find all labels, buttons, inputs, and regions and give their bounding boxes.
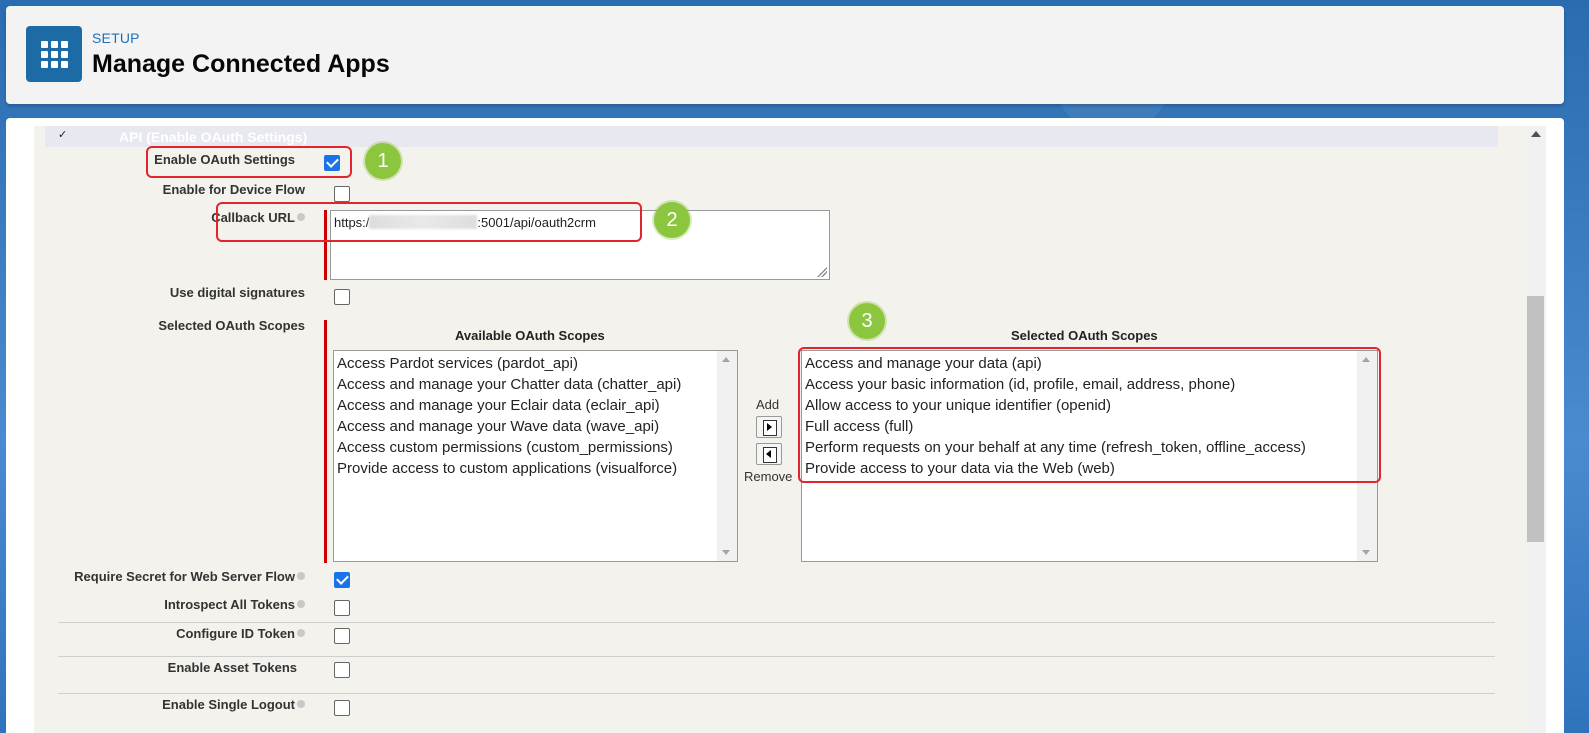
scroll-up-icon[interactable] (1531, 131, 1541, 137)
scroll-down-icon[interactable] (1362, 550, 1370, 555)
introspect-label: Introspect All Tokens (164, 597, 305, 612)
section-title: API (Enable OAuth Settings) (119, 129, 308, 145)
breadcrumb-setup[interactable]: SETUP (92, 30, 140, 46)
add-button[interactable] (756, 416, 782, 438)
add-label: Add (756, 397, 780, 412)
device-flow-label: Enable for Device Flow (162, 182, 305, 197)
available-scopes-header: Available OAuth Scopes (455, 328, 605, 343)
list-item[interactable]: Access custom permissions (custom_permis… (337, 437, 734, 458)
single-logout-checkbox[interactable] (334, 700, 350, 716)
required-indicator (324, 320, 327, 563)
single-logout-label-text: Enable Single Logout (162, 697, 295, 712)
list-item[interactable]: Access and manage your Wave data (wave_a… (337, 416, 734, 437)
oauth-scopes-label: Selected OAuth Scopes (158, 318, 305, 333)
configure-id-token-label: Configure ID Token (176, 626, 305, 641)
annotation-badge-2: 2 (654, 202, 690, 238)
divider (58, 622, 1495, 623)
scroll-up-icon[interactable] (722, 357, 730, 362)
annotation-badge-1: 1 (365, 143, 401, 179)
page-scrollbar[interactable] (1525, 126, 1546, 733)
page-header: SETUP Manage Connected Apps (6, 6, 1564, 104)
annotation-badge-3: 3 (849, 303, 885, 339)
configure-id-token-label-text: Configure ID Token (176, 626, 295, 641)
help-icon[interactable] (297, 572, 305, 580)
list-item[interactable]: Access Pardot services (pardot_api) (337, 353, 734, 374)
list-item[interactable]: Access and manage your Chatter data (cha… (337, 374, 734, 395)
divider (58, 656, 1495, 657)
require-secret-label-text: Require Secret for Web Server Flow (74, 569, 295, 584)
asset-tokens-checkbox[interactable] (334, 662, 350, 678)
help-icon[interactable] (297, 700, 305, 708)
scroll-down-icon[interactable] (722, 550, 730, 555)
app-launcher-icon (26, 26, 82, 82)
main-panel: ✓ API (Enable OAuth Settings) Enable OAu… (6, 118, 1564, 733)
available-scopes-list[interactable]: Access Pardot services (pardot_api) Acce… (333, 350, 738, 562)
list-item[interactable]: Access and manage your Eclair data (ecla… (337, 395, 734, 416)
highlight-box-1 (146, 146, 352, 178)
highlight-box-2 (216, 202, 642, 242)
asset-tokens-label: Enable Asset Tokens (167, 660, 297, 675)
require-secret-checkbox[interactable] (334, 572, 350, 588)
remove-button[interactable] (756, 443, 782, 465)
introspect-checkbox[interactable] (334, 600, 350, 616)
configure-id-token-checkbox[interactable] (334, 628, 350, 644)
digital-signatures-checkbox[interactable] (334, 289, 350, 305)
selected-scopes-header: Selected OAuth Scopes (1011, 328, 1158, 343)
list-scrollbar[interactable] (717, 351, 737, 561)
scrollbar-thumb[interactable] (1527, 296, 1544, 542)
collapse-icon[interactable]: ✓ (58, 128, 67, 141)
resize-handle[interactable] (817, 267, 827, 277)
page-title: Manage Connected Apps (92, 50, 390, 78)
form-area: ✓ API (Enable OAuth Settings) Enable OAu… (34, 126, 1525, 733)
single-logout-label: Enable Single Logout (162, 697, 305, 712)
require-secret-label: Require Secret for Web Server Flow (74, 569, 305, 584)
device-flow-checkbox[interactable] (334, 186, 350, 202)
digital-signatures-label: Use digital signatures (169, 285, 305, 300)
section-header[interactable]: ✓ API (Enable OAuth Settings) (45, 126, 1498, 147)
list-item[interactable]: Provide access to custom applications (v… (337, 458, 734, 479)
highlight-box-3 (798, 347, 1381, 483)
remove-label: Remove (744, 469, 793, 484)
help-icon[interactable] (297, 629, 305, 637)
introspect-label-text: Introspect All Tokens (164, 597, 295, 612)
divider (58, 693, 1495, 694)
help-icon[interactable] (297, 600, 305, 608)
